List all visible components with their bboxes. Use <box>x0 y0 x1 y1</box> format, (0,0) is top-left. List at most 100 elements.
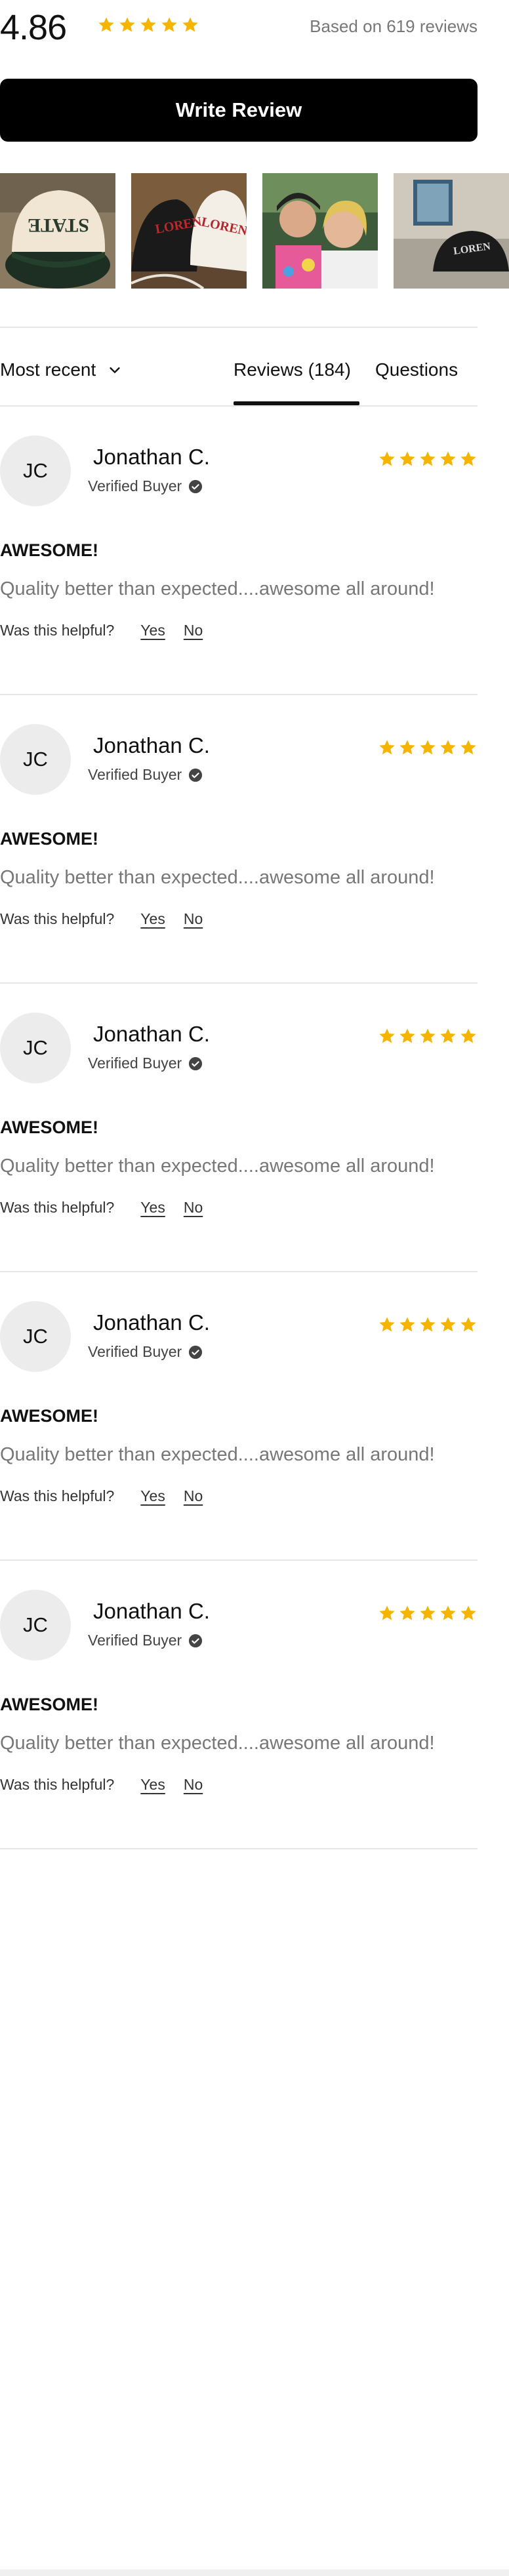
verified-check-icon <box>189 1057 203 1070</box>
review-photos: STATE LOREN LOREN LOREN <box>0 173 509 289</box>
reviewer-name: Jonathan C. <box>93 1310 210 1335</box>
star-icon <box>398 1316 417 1334</box>
star-icon <box>439 1316 457 1334</box>
divider <box>0 1848 478 1849</box>
review-body: Quality better than expected....awesome … <box>0 578 435 599</box>
avatar-initials: JC <box>23 1613 48 1636</box>
sort-label: Most recent <box>0 359 96 380</box>
review-title: AWESOME! <box>0 540 99 560</box>
helpful-question: Was this helpful? <box>0 1487 115 1504</box>
verified-check-icon <box>189 768 203 782</box>
photo-thumbnail[interactable] <box>262 173 378 289</box>
star-icon <box>398 450 417 468</box>
star-icon <box>378 450 396 468</box>
review-stars <box>378 738 478 757</box>
star-icon <box>378 738 396 757</box>
verified-check-icon <box>189 479 203 493</box>
avatar: JC <box>0 1590 71 1660</box>
helpful-yes-link[interactable]: Yes <box>140 1199 165 1217</box>
helpful-prompt: Was this helpful? Yes No <box>0 1487 221 1505</box>
review-item: JC Jonathan C. Verified Buyer AWESOME! Q… <box>0 984 478 1272</box>
svg-text:STATE: STATE <box>28 214 89 236</box>
verified-label: Verified Buyer <box>88 766 182 783</box>
tab-questions[interactable]: Questions <box>375 354 458 386</box>
review-title: AWESOME! <box>0 1695 99 1714</box>
helpful-yes-link[interactable]: Yes <box>140 622 165 639</box>
review-body: Quality better than expected....awesome … <box>0 1733 435 1754</box>
helpful-no-link[interactable]: No <box>184 1487 203 1505</box>
photo-two-caps: LOREN LOREN <box>131 173 247 289</box>
star-icon <box>459 738 478 757</box>
reviewer-name: Jonathan C. <box>93 1599 210 1623</box>
helpful-prompt: Was this helpful? Yes No <box>0 910 221 928</box>
star-icon <box>459 1316 478 1334</box>
review-stars <box>378 1027 478 1045</box>
review-item: JC Jonathan C. Verified Buyer AWESOME! Q… <box>0 407 478 695</box>
star-icon <box>418 1027 437 1045</box>
star-icon <box>160 16 178 34</box>
tab-reviews[interactable]: Reviews (184) <box>234 354 351 386</box>
helpful-question: Was this helpful? <box>0 622 115 639</box>
avatar: JC <box>0 435 71 506</box>
star-icon <box>398 1604 417 1622</box>
star-icon <box>418 1316 437 1334</box>
chevron-down-icon <box>110 367 120 373</box>
verified-label: Verified Buyer <box>88 1343 182 1360</box>
star-icon <box>398 1027 417 1045</box>
star-icon <box>118 16 136 34</box>
helpful-no-link[interactable]: No <box>184 1199 203 1217</box>
helpful-question: Was this helpful? <box>0 1776 115 1793</box>
verified-label: Verified Buyer <box>88 1632 182 1649</box>
avatar-initials: JC <box>23 459 48 482</box>
review-stars <box>378 1604 478 1622</box>
star-icon <box>418 738 437 757</box>
star-icon <box>439 1604 457 1622</box>
star-icon <box>398 738 417 757</box>
helpful-yes-link[interactable]: Yes <box>140 910 165 928</box>
photo-thumbnail[interactable]: LOREN <box>394 173 509 289</box>
star-icon <box>97 16 115 34</box>
helpful-no-link[interactable]: No <box>184 622 203 639</box>
avatar-initials: JC <box>23 1036 48 1059</box>
divider <box>0 327 478 328</box>
rating-summary: 4.86 Based on 619 reviews <box>0 0 478 55</box>
sort-dropdown[interactable]: Most recent <box>0 354 122 386</box>
reviewer-name: Jonathan C. <box>93 1022 210 1046</box>
write-review-button[interactable]: Write Review <box>0 79 478 142</box>
star-icon <box>181 16 199 34</box>
helpful-prompt: Was this helpful? Yes No <box>0 622 221 639</box>
helpful-yes-link[interactable]: Yes <box>140 1487 165 1505</box>
review-title: AWESOME! <box>0 829 99 849</box>
helpful-prompt: Was this helpful? Yes No <box>0 1199 221 1217</box>
helpful-no-link[interactable]: No <box>184 910 203 928</box>
bottom-edge <box>0 2569 509 2576</box>
star-icon <box>439 450 457 468</box>
verified-badge: Verified Buyer <box>88 477 203 495</box>
rating-score: 4.86 <box>0 8 67 47</box>
review-item: JC Jonathan C. Verified Buyer AWESOME! Q… <box>0 1272 478 1561</box>
helpful-no-link[interactable]: No <box>184 1776 203 1794</box>
star-icon <box>459 1027 478 1045</box>
helpful-prompt: Was this helpful? Yes No <box>0 1776 221 1794</box>
star-icon <box>418 1604 437 1622</box>
review-stars <box>378 450 478 468</box>
review-stars <box>378 1316 478 1334</box>
avatar: JC <box>0 1301 71 1372</box>
photo-black-cap-sofa: LOREN <box>394 173 509 289</box>
star-icon <box>378 1027 396 1045</box>
review-title: AWESOME! <box>0 1406 99 1426</box>
star-icon <box>459 1604 478 1622</box>
review-item: JC Jonathan C. Verified Buyer AWESOME! Q… <box>0 695 478 984</box>
verified-badge: Verified Buyer <box>88 766 203 784</box>
helpful-yes-link[interactable]: Yes <box>140 1776 165 1794</box>
photo-thumbnail[interactable]: LOREN LOREN <box>131 173 247 289</box>
star-icon <box>459 450 478 468</box>
review-count: Based on 619 reviews <box>310 16 478 36</box>
star-icon <box>378 1316 396 1334</box>
star-icon <box>139 16 157 34</box>
avatar-initials: JC <box>23 748 48 771</box>
photo-cream-state-cap: STATE <box>0 173 115 289</box>
photo-thumbnail[interactable]: STATE <box>0 173 115 289</box>
review-item: JC Jonathan C. Verified Buyer AWESOME! Q… <box>0 1561 478 1849</box>
review-body: Quality better than expected....awesome … <box>0 1444 435 1465</box>
